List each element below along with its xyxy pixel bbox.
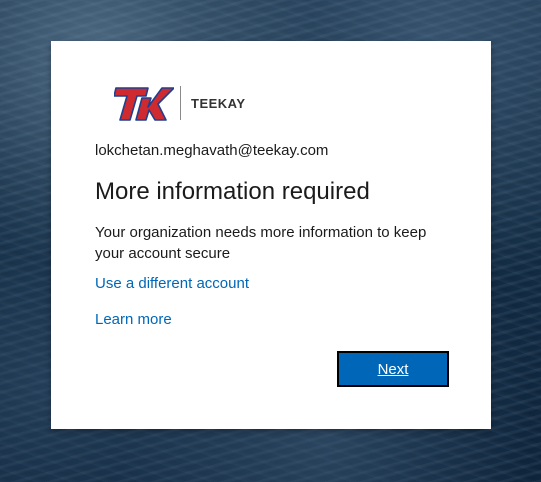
signin-dialog: TEEKAY lokchetan.meghavath@teekay.com Mo… [51,41,491,429]
use-different-account-link[interactable]: Use a different account [95,275,249,292]
logo-divider [180,86,181,120]
logo-wordmark: TEEKAY [191,95,246,111]
learn-more-link[interactable]: Learn more [95,311,172,328]
next-button[interactable]: Next [337,351,449,387]
page-title: More information required [95,178,370,205]
description-text: Your organization needs more information… [95,224,427,262]
company-logo: TEEKAY [114,83,246,123]
teekay-logo-mark [114,87,174,121]
account-email: lokchetan.meghavath@teekay.com [95,142,329,159]
